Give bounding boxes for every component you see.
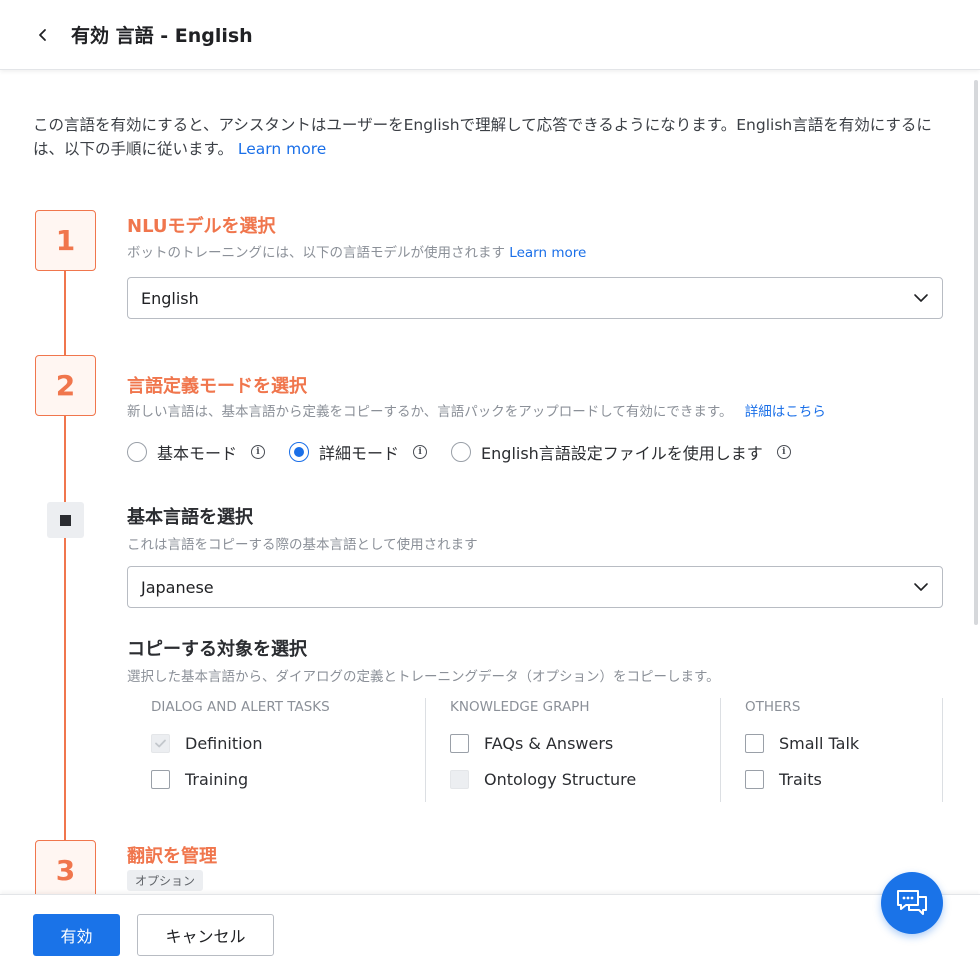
step-2-badge: 2 <box>35 355 96 416</box>
checkbox-ontology-structure[interactable]: Ontology Structure <box>450 770 636 789</box>
step-3-title: 翻訳を管理 <box>127 846 217 867</box>
checkbox-label: Definition <box>185 734 263 753</box>
nlu-model-value: English <box>141 288 199 308</box>
square-icon <box>60 514 71 526</box>
step-3-badge: 3 <box>35 840 96 894</box>
page-footer: 有効 キャンセル <box>0 894 980 969</box>
radio-advanced-mode-label: 詳細モード <box>319 444 400 463</box>
back-button[interactable] <box>29 21 57 49</box>
step-1-description-text: ボットのトレーニングには、以下の言語モデルが使用されます <box>127 245 505 261</box>
optional-badge: オプション <box>127 870 204 891</box>
step-1-badge: 1 <box>35 210 96 271</box>
radio-basic-mode-label: 基本モード <box>157 444 238 463</box>
chevron-down-icon <box>914 294 928 302</box>
checkbox-box[interactable] <box>745 734 764 753</box>
checkbox-faqs-answers[interactable]: FAQs & Answers <box>450 734 613 753</box>
intro-description: この言語を有効にすると、アシスタントはユーザーをEnglishで理解して応答でき… <box>33 116 932 158</box>
chat-bubbles-icon <box>897 890 927 915</box>
checkbox-box[interactable] <box>450 770 469 789</box>
page-title: 有効 言語 - English <box>71 25 253 47</box>
copy-targets-title: コピーする対象を選択 <box>127 639 307 660</box>
column-divider <box>942 698 943 802</box>
checkbox-box[interactable] <box>151 770 170 789</box>
radio-advanced-mode[interactable] <box>289 442 310 462</box>
column-header-dialog: DIALOG AND ALERT TASKS <box>151 699 330 715</box>
info-icon[interactable]: i <box>776 445 791 459</box>
checkbox-definition[interactable]: Definition <box>151 734 262 753</box>
chevron-down-icon <box>914 583 928 591</box>
checkbox-label: FAQs & Answers <box>484 734 614 753</box>
intro-text: この言語を有効にすると、アシスタントはユーザーをEnglishで理解して応答でき… <box>33 113 948 161</box>
checkbox-small-talk[interactable]: Small Talk <box>745 734 859 753</box>
nlu-model-select[interactable]: English <box>127 277 943 319</box>
step-1-title: NLUモデルを選択 <box>127 216 276 237</box>
chat-button[interactable] <box>881 872 943 934</box>
step-2-description-text: 新しい言語は、基本言語から定義をコピーするか、言語パックをアップロードして有効に… <box>127 404 733 420</box>
step-connector <box>64 416 66 840</box>
checkbox-label: Small Talk <box>779 734 860 753</box>
checkbox-traits[interactable]: Traits <box>745 770 822 789</box>
main-content: この言語を有効にすると、アシスタントはユーザーをEnglishで理解して応答でき… <box>0 72 980 894</box>
enable-button[interactable]: 有効 <box>33 914 120 956</box>
page-header: 有効 言語 - English <box>0 0 980 70</box>
checkbox-label: Ontology Structure <box>484 770 637 789</box>
mode-radio-group: 基本モード i 詳細モード i English言語設定ファイルを使用します i <box>127 440 815 464</box>
checkbox-label: Traits <box>779 770 822 789</box>
step-connector <box>64 271 66 355</box>
radio-language-file-mode-label: English言語設定ファイルを使用します <box>481 444 763 463</box>
checkbox-training[interactable]: Training <box>151 770 248 789</box>
column-divider <box>425 698 426 802</box>
check-icon <box>155 739 166 748</box>
base-language-title: 基本言語を選択 <box>127 507 253 528</box>
cancel-button[interactable]: キャンセル <box>137 914 274 956</box>
radio-basic-mode[interactable] <box>127 442 147 462</box>
base-language-select[interactable]: Japanese <box>127 566 943 608</box>
step-1-description: ボットのトレーニングには、以下の言語モデルが使用されます Learn more <box>127 241 586 261</box>
checkbox-box[interactable] <box>450 734 469 753</box>
sub-step-marker <box>47 502 84 538</box>
base-language-description: これは言語をコピーする際の基本言語として使用されます <box>127 537 478 553</box>
step-2-title: 言語定義モードを選択 <box>127 376 307 397</box>
info-icon[interactable]: i <box>251 445 266 459</box>
checkbox-box[interactable] <box>151 734 170 753</box>
checkbox-box[interactable] <box>745 770 764 789</box>
step-1-learn-more-link[interactable]: Learn more <box>509 245 586 261</box>
step-2-description: 新しい言語は、基本言語から定義をコピーするか、言語パックをアップロードして有効に… <box>127 400 826 420</box>
info-icon[interactable]: i <box>413 445 428 459</box>
chevron-left-icon <box>39 28 46 41</box>
column-divider <box>720 698 721 802</box>
column-header-knowledge: KNOWLEDGE GRAPH <box>450 699 590 715</box>
column-header-others: OTHERS <box>745 699 801 715</box>
copy-targets-description: 選択した基本言語から、ダイアログの定義とトレーニングデータ（オプション）をコピー… <box>127 669 720 685</box>
base-language-value: Japanese <box>141 577 214 597</box>
step-2-details-link[interactable]: 詳細はこちら <box>745 404 826 420</box>
checkbox-label: Training <box>185 770 249 789</box>
radio-language-file-mode[interactable] <box>451 442 472 462</box>
intro-learn-more-link[interactable]: Learn more <box>238 140 326 158</box>
